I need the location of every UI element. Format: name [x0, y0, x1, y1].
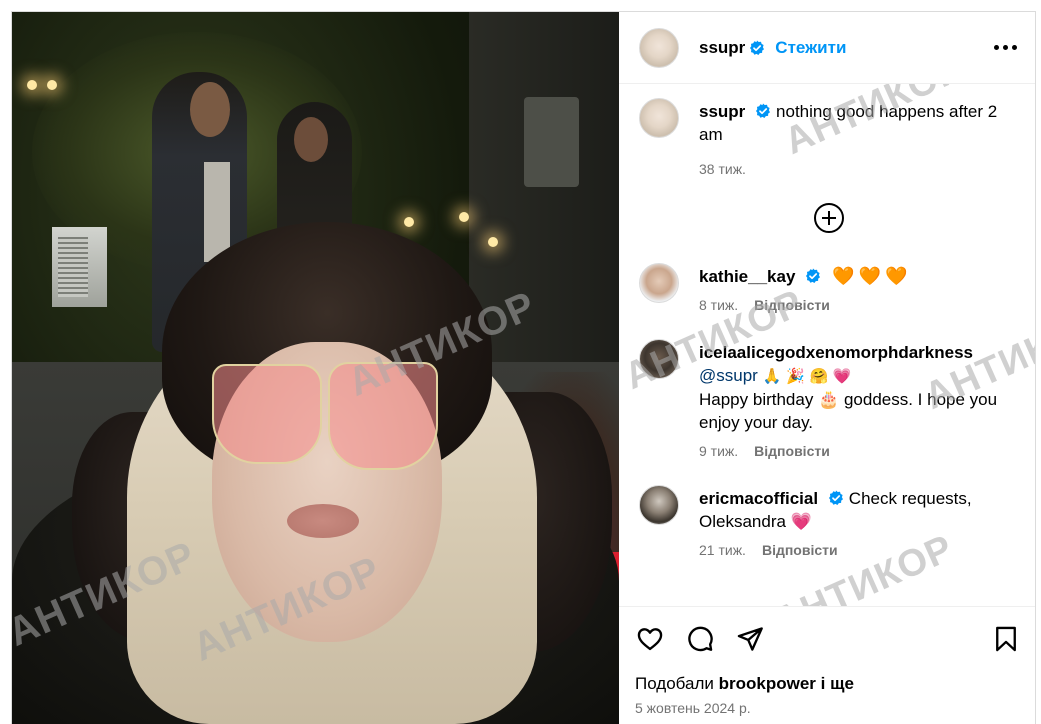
post-side-panel: ssupr Стежити АНТИКОР АНТИКОР АНТИКОР АН… — [619, 12, 1035, 724]
comments-list[interactable]: АНТИКОР АНТИКОР АНТИКОР АНТИКОР ssupr no… — [619, 84, 1035, 606]
reply-button[interactable]: Відповісти — [754, 294, 830, 317]
comment-username[interactable]: kathie__kay — [699, 267, 795, 286]
bookmark-icon[interactable] — [992, 625, 1020, 653]
follow-button[interactable]: Стежити — [775, 38, 846, 58]
comment-item: ericmacofficial Check requests, Oleksand… — [639, 485, 1019, 562]
likes-user[interactable]: brookpower — [719, 674, 816, 693]
photo-meter — [524, 97, 579, 187]
post-dialog: АНТИКОР АНТИКОР АНТИКОР ssupr Стежити АН… — [11, 11, 1036, 724]
photo-light — [404, 217, 414, 227]
photo-glasses-left-lens — [212, 364, 322, 464]
verified-badge-icon — [756, 103, 771, 118]
photo-light — [459, 212, 469, 222]
photo-lips — [287, 504, 359, 538]
likes-prefix: Подобали — [635, 674, 714, 693]
post-header: ssupr Стежити — [619, 12, 1035, 84]
heart-icon[interactable] — [636, 625, 664, 653]
post-date[interactable]: 5 жовтень 2024 р. — [619, 694, 1035, 724]
reply-button[interactable]: Відповісти — [754, 440, 830, 463]
comment-time[interactable]: 8 тиж. — [699, 294, 738, 317]
send-icon[interactable] — [736, 625, 764, 653]
comment-text: 🧡🧡🧡 — [832, 266, 912, 287]
post-photo[interactable]: АНТИКОР АНТИКОР АНТИКОР — [12, 12, 619, 724]
comment-username[interactable]: icelaalicegodxenomorphdarkness — [699, 343, 973, 362]
comment-icon[interactable] — [686, 625, 714, 653]
comment-item: kathie__kay 🧡🧡🧡 8 тиж. Відповісти — [639, 263, 1019, 317]
caption-avatar[interactable] — [639, 98, 679, 138]
likes-suffix[interactable]: і ще — [821, 674, 854, 693]
verified-badge-icon — [750, 40, 765, 55]
comment-emoji-line: 🙏 🎉 🤗 💗 — [762, 367, 852, 385]
load-more-comments[interactable] — [639, 203, 1019, 233]
photo-person-right-face — [294, 117, 328, 162]
photo-light — [488, 237, 498, 247]
photo-glasses-right-lens — [328, 362, 438, 470]
verified-badge-icon — [806, 268, 821, 283]
comment-time[interactable]: 9 тиж. — [699, 440, 738, 463]
comment-avatar[interactable] — [639, 339, 679, 379]
photo-light — [47, 80, 57, 90]
save-button[interactable] — [991, 624, 1021, 654]
reply-button[interactable]: Відповісти — [762, 539, 838, 562]
caption-time[interactable]: 38 тиж. — [699, 158, 746, 181]
verified-badge-icon — [829, 490, 844, 505]
caption: ssupr nothing good happens after 2 am 38… — [639, 98, 1019, 181]
photo-person-left-shirt — [204, 162, 230, 262]
photo-ac-grill — [58, 237, 88, 297]
post-actions-bar — [619, 606, 1035, 670]
plus-circle-icon[interactable] — [814, 203, 844, 233]
comment-mention[interactable]: @ssupr — [699, 366, 758, 385]
comment-text: Happy birthday 🎂 goddess. I hope you enj… — [699, 390, 998, 432]
more-options-icon[interactable] — [991, 34, 1019, 62]
photo-light — [27, 80, 37, 90]
author-username[interactable]: ssupr — [699, 38, 745, 58]
author-avatar[interactable] — [639, 27, 679, 68]
likes-summary[interactable]: Подобали brookpower і ще — [619, 670, 1035, 694]
comment-avatar[interactable] — [639, 485, 679, 525]
share-button[interactable] — [735, 624, 765, 654]
like-button[interactable] — [635, 624, 665, 654]
comment-avatar[interactable] — [639, 263, 679, 303]
caption-username[interactable]: ssupr — [699, 102, 745, 121]
comment-time[interactable]: 21 тиж. — [699, 539, 746, 562]
comment-button[interactable] — [685, 624, 715, 654]
comment-username[interactable]: ericmacofficial — [699, 489, 818, 508]
photo-person-left-face — [190, 82, 230, 137]
comment-item: icelaalicegodxenomorphdarkness @ssupr 🙏 … — [639, 339, 1019, 463]
